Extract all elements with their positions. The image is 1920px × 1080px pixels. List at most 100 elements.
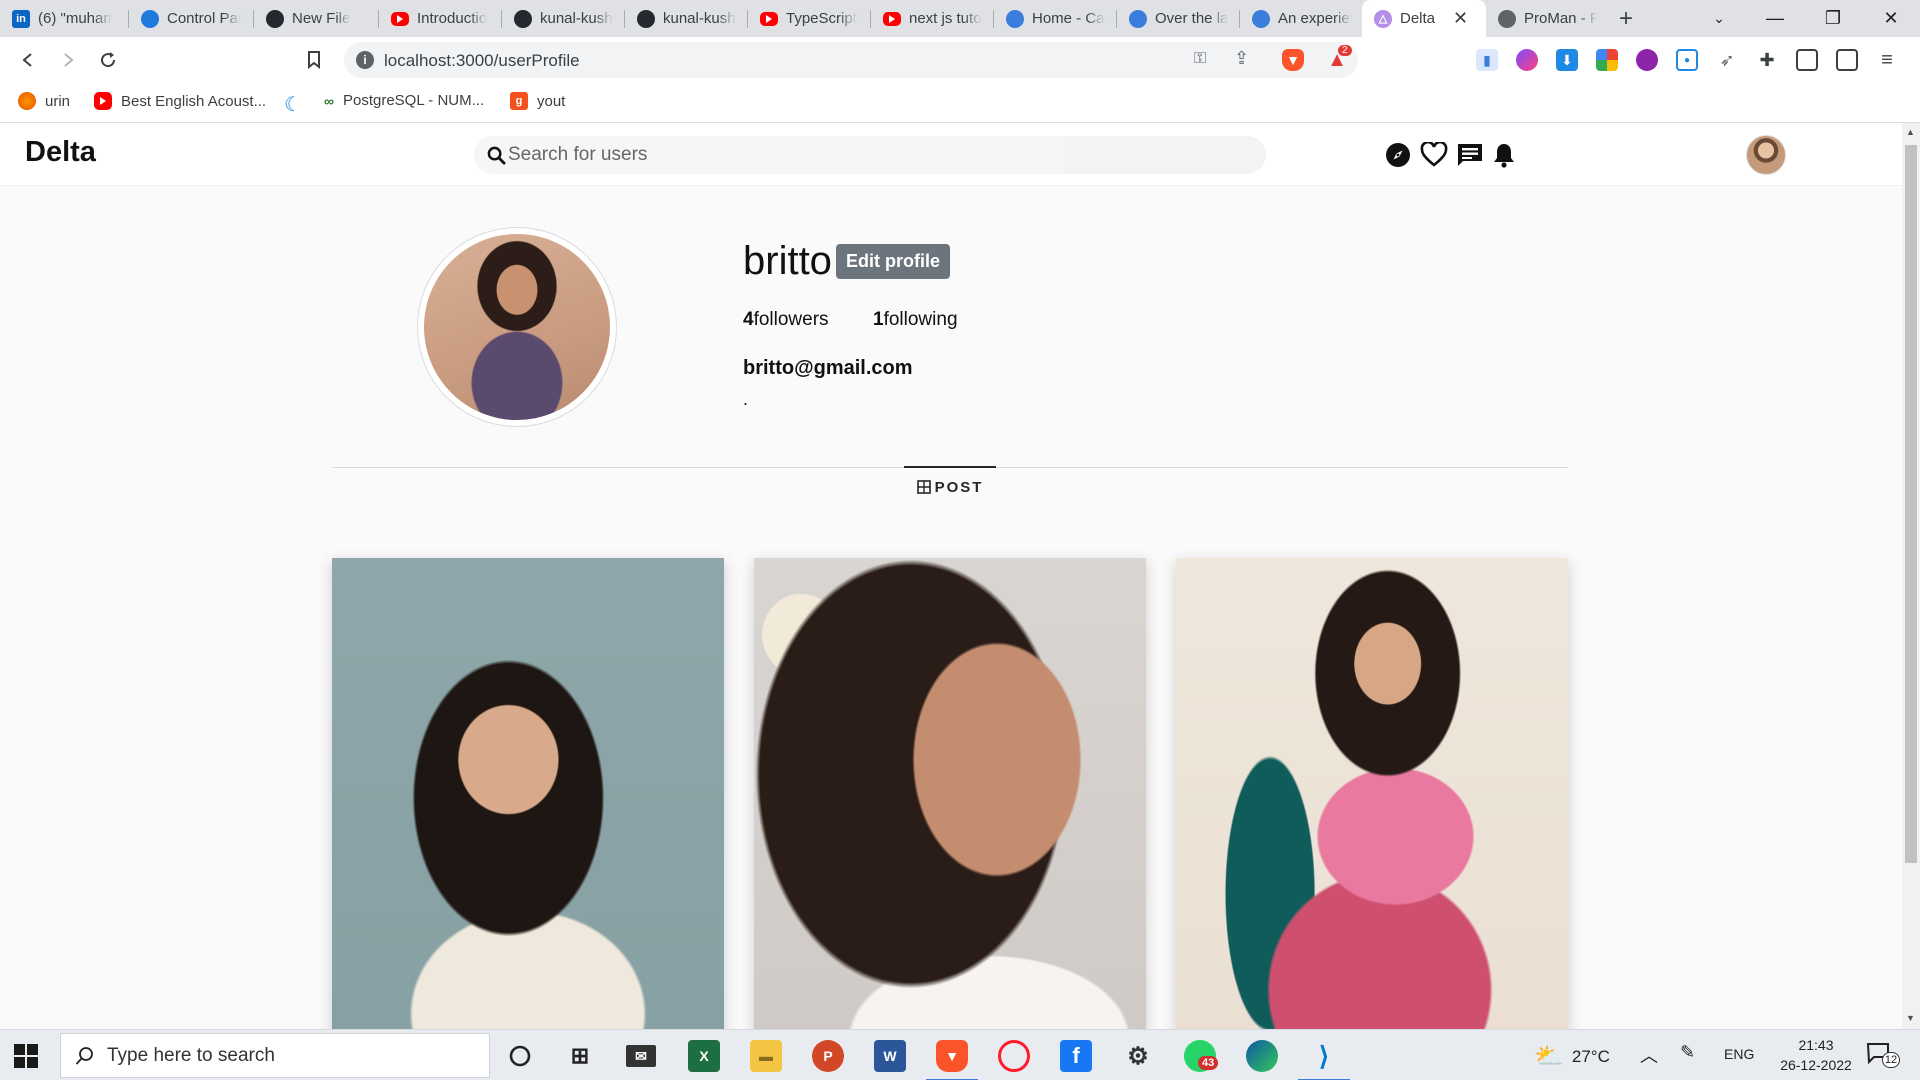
task-view-icon[interactable]: ⊞ <box>564 1040 596 1072</box>
restore-button[interactable]: ❐ <box>1804 0 1862 37</box>
post-thumbnail[interactable] <box>754 558 1146 1029</box>
mail-icon[interactable]: ✉ <box>626 1045 656 1067</box>
brave-browser-icon[interactable]: ▼ <box>926 1040 978 1080</box>
extension-purple-icon[interactable] <box>1636 49 1658 71</box>
youtube-icon <box>94 92 112 110</box>
powerpoint-icon[interactable]: P <box>812 1040 844 1072</box>
bookmark-icon[interactable] <box>300 46 328 74</box>
tab-posts[interactable]: POST <box>904 466 996 506</box>
facebook-icon[interactable]: f <box>1060 1040 1092 1072</box>
scrollbar-thumb[interactable] <box>1905 145 1917 863</box>
cortana-icon[interactable] <box>504 1040 536 1072</box>
extension-color-icon[interactable] <box>1596 49 1618 71</box>
profile-photo <box>424 234 610 420</box>
user-avatar[interactable] <box>1746 135 1786 175</box>
delta-icon: △ <box>1374 9 1392 28</box>
browser-tab[interactable]: TypeScript <box>748 0 870 37</box>
pen-icon[interactable]: ✎ <box>1680 1042 1695 1063</box>
back-icon[interactable] <box>14 46 42 74</box>
following-stat[interactable]: 1following <box>873 309 958 331</box>
tab-posts-label: POST <box>934 478 984 496</box>
taskbar-search[interactable]: Type here to search <box>60 1033 490 1078</box>
youtube-icon <box>760 11 778 26</box>
opera-icon[interactable] <box>998 1040 1030 1072</box>
key-icon[interactable]: ⚿ <box>1194 50 1206 68</box>
control-panel-icon <box>141 9 159 28</box>
sidebar-icon[interactable] <box>1796 49 1818 71</box>
github-icon <box>266 9 284 28</box>
system-clock[interactable]: 21:43 26-12-2022 <box>1772 1035 1860 1075</box>
close-tab-icon[interactable]: ✕ <box>1453 8 1468 29</box>
edge-browser-icon[interactable] <box>1246 1040 1278 1072</box>
browser-tab[interactable]: New File <box>254 0 378 37</box>
bookmark-item[interactable]: Best English Acoust... <box>94 92 266 110</box>
scroll-down-icon[interactable]: ▼ <box>1906 1013 1915 1023</box>
browser-tab[interactable]: kunal-kush <box>502 0 624 37</box>
heart-icon[interactable] <box>1420 140 1448 168</box>
share-icon[interactable]: ⇪ <box>1234 48 1249 69</box>
browser-tab[interactable]: An experien <box>1240 0 1362 37</box>
browser-tab[interactable]: in (6) "muham <box>0 0 128 37</box>
bookmark-item[interactable]: urin <box>18 92 70 110</box>
file-explorer-icon[interactable]: ▬ <box>750 1040 782 1072</box>
post-thumbnail[interactable] <box>332 558 724 1029</box>
tab-title: Delta <box>1400 10 1436 27</box>
page-scrollbar[interactable]: ▲ ▼ <box>1902 123 1920 1029</box>
app-logo[interactable]: Delta <box>25 136 96 169</box>
browser-tab[interactable]: Control Pan <box>129 0 253 37</box>
notification-count: 12 <box>1882 1052 1900 1068</box>
weather-widget[interactable]: ⛅ 27°C <box>1534 1042 1610 1071</box>
extension-gradient-icon[interactable] <box>1516 49 1538 71</box>
minimize-button[interactable]: — <box>1746 0 1804 37</box>
brave-shield-icon[interactable]: ▼ <box>1282 49 1304 71</box>
screen-capture-icon[interactable]: ● <box>1676 49 1698 71</box>
browser-tab-active[interactable]: △ Delta ✕ <box>1362 0 1486 37</box>
browser-tab[interactable]: Over the la <box>1117 0 1239 37</box>
messages-icon[interactable] <box>1456 142 1482 168</box>
browser-tab[interactable]: next js tuto <box>871 0 993 37</box>
forward-icon[interactable] <box>54 46 82 74</box>
browser-tab-strip: in (6) "muham Control Pan New File Introd… <box>0 0 1920 37</box>
notification-center-icon[interactable]: 12 <box>1866 1042 1902 1068</box>
post-thumbnail[interactable] <box>1176 558 1568 1029</box>
edit-profile-button[interactable]: Edit profile <box>836 244 950 279</box>
search-bar[interactable] <box>474 136 1266 174</box>
notifications-bell-icon[interactable] <box>1492 142 1518 168</box>
new-tab-button[interactable]: + <box>1606 0 1646 37</box>
bookmark-item[interactable]: ☾ <box>284 92 302 117</box>
bookmark-item[interactable]: g yout <box>510 92 565 110</box>
browser-tab[interactable]: kunal-kush <box>625 0 747 37</box>
plus-icon: + <box>1618 4 1633 32</box>
tab-search-icon[interactable]: ⌄ <box>1690 0 1748 37</box>
scroll-up-icon[interactable]: ▲ <box>1906 127 1915 137</box>
browser-tab[interactable]: Introductio <box>379 0 501 37</box>
close-window-button[interactable]: ✕ <box>1862 0 1920 37</box>
followers-stat[interactable]: 4followers <box>743 309 829 331</box>
brave-rewards-icon[interactable]: ▲ 2 <box>1326 45 1352 71</box>
rocket-icon[interactable]: ➶ <box>1716 49 1738 71</box>
settings-gear-icon[interactable]: ⚙ <box>1122 1040 1154 1072</box>
browser-tab[interactable]: ProMan - P <box>1486 0 1606 37</box>
download-icon[interactable]: ⬇ <box>1556 49 1578 71</box>
whatsapp-icon[interactable]: 43 <box>1184 1040 1219 1072</box>
browser-tab[interactable]: Home - Ca <box>994 0 1116 37</box>
menu-icon[interactable]: ≡ <box>1876 49 1898 71</box>
wallet-icon[interactable] <box>1836 49 1858 71</box>
excel-icon[interactable]: X <box>688 1040 720 1072</box>
tab-title: Introductio <box>417 10 488 27</box>
reload-icon[interactable] <box>94 46 122 74</box>
info-icon[interactable]: i <box>356 51 374 69</box>
chevron-up-icon[interactable]: ︿ <box>1640 1042 1658 1068</box>
explore-icon[interactable] <box>1385 142 1411 168</box>
reading-list-icon[interactable]: ▮ <box>1476 49 1498 71</box>
windows-start-icon[interactable] <box>14 1044 38 1068</box>
browser-toolbar: i localhost:3000/userProfile ⚿ ⇪ ▼ ▲ 2 ▮… <box>0 37 1920 83</box>
word-icon[interactable]: W <box>874 1040 906 1072</box>
address-bar[interactable]: i localhost:3000/userProfile ⚿ ⇪ <box>344 42 1358 78</box>
page-viewport: Delta britto Edit profile 4followers 1fo <box>0 123 1902 1029</box>
bookmark-item[interactable]: ∞ PostgreSQL - NUM... <box>324 92 484 109</box>
search-input[interactable] <box>508 140 1048 170</box>
language-indicator[interactable]: ENG <box>1724 1046 1754 1062</box>
vscode-icon[interactable]: ⟩ <box>1298 1040 1350 1080</box>
extensions-puzzle-icon[interactable]: ✚ <box>1756 49 1778 71</box>
